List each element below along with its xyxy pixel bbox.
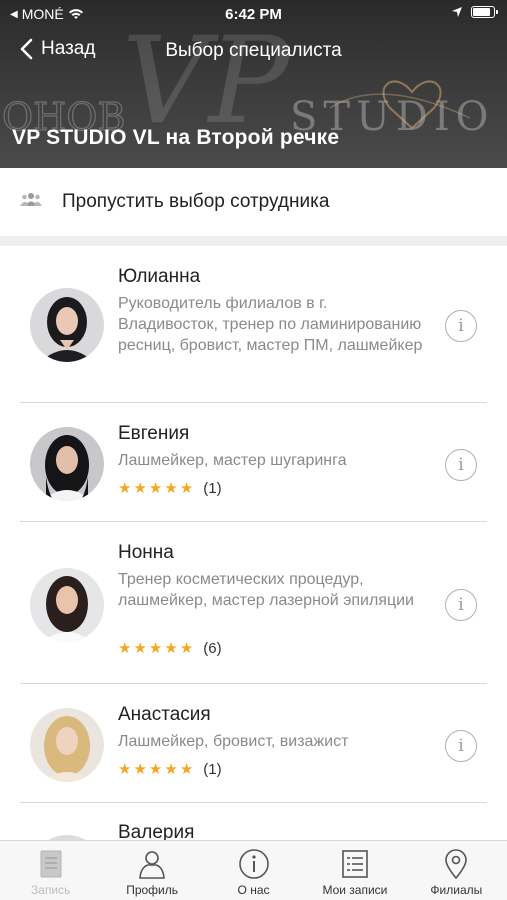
tab-label: Запись (31, 883, 71, 897)
section-gap (0, 236, 507, 246)
star-icon: ★ (133, 640, 147, 657)
specialist-item[interactable]: Анастасия Лашмейкер, бровист, визажист ★… (0, 684, 507, 803)
star-icon: ★ (118, 761, 132, 778)
tab-my-bookings[interactable]: Мои записи (304, 841, 405, 900)
battery-icon (471, 6, 498, 18)
specialist-description: Лашмейкер, мастер шугаринга (118, 452, 347, 469)
profile-icon (139, 851, 165, 879)
star-icon: ★ (179, 761, 194, 778)
star-icon: ★ (133, 761, 147, 778)
specialist-description: Лашмейкер, бровист, визажист (118, 733, 349, 750)
specialist-item[interactable]: Евгения Лашмейкер, мастер шугаринга ★ ★ … (0, 403, 507, 522)
info-button[interactable]: i (445, 589, 477, 621)
branch-title: VP STUDIO VL на Второй речке (12, 126, 340, 149)
tab-label: О нас (237, 883, 270, 897)
tab-branches[interactable]: Филиалы (406, 841, 507, 900)
info-icon: i (458, 595, 464, 615)
specialist-name: Нонна (118, 542, 174, 563)
list-icon (342, 850, 368, 878)
info-icon: i (458, 455, 464, 475)
location-arrow-icon (452, 7, 462, 17)
page-title: Выбор специалиста (165, 40, 342, 61)
specialist-description: Тренер косметических процедур, лашмейкер… (118, 571, 414, 609)
rating: ★ ★ ★ ★ ★ (6) (118, 639, 222, 658)
tab-bar: Запись Профиль О нас Мои записи Филиалы (0, 840, 507, 900)
tab-label: Филиалы (430, 883, 483, 897)
info-icon: i (458, 736, 464, 756)
review-count: (1) (203, 479, 222, 497)
review-count: (1) (203, 760, 222, 778)
specialist-item[interactable]: Нонна Тренер косметических процедур, лаш… (0, 522, 507, 684)
specialist-name: Валерия (118, 822, 195, 840)
tab-label: Мои записи (322, 883, 388, 897)
tab-booking[interactable]: Запись (0, 841, 101, 900)
review-count: (6) (203, 639, 222, 657)
specialist-list: Юлианна Руководитель филиалов в г. Влади… (0, 246, 507, 840)
avatar (30, 568, 104, 642)
star-icon: ★ (133, 480, 147, 497)
tab-profile[interactable]: Профиль (101, 841, 202, 900)
specialist-name: Евгения (118, 423, 190, 444)
navigation-bar: Назад Выбор специалиста (0, 32, 507, 72)
star-icon: ★ (164, 640, 178, 657)
tab-about[interactable]: О нас (203, 841, 304, 900)
star-icon: ★ (148, 480, 163, 497)
info-icon: i (458, 316, 464, 336)
info-button[interactable]: i (445, 730, 477, 762)
info-icon (238, 849, 269, 879)
avatar (30, 708, 104, 782)
document-icon (40, 850, 62, 878)
star-icon: ★ (148, 640, 163, 657)
rating: ★ ★ ★ ★ ★ (1) (118, 479, 222, 498)
star-icon: ★ (148, 761, 163, 778)
clock: 6:42 PM (225, 6, 282, 23)
info-button[interactable]: i (445, 449, 477, 481)
skip-label: Пропустить выбор сотрудника (62, 191, 330, 212)
star-icon: ★ (179, 480, 194, 497)
specialist-item[interactable]: Юлианна Руководитель филиалов в г. Влади… (0, 246, 507, 403)
avatar (30, 288, 104, 362)
specialist-name: Юлианна (118, 266, 201, 287)
specialist-name: Анастасия (118, 704, 211, 725)
info-button[interactable]: i (445, 310, 477, 342)
star-icon: ★ (179, 640, 194, 657)
tab-label: Профиль (126, 883, 179, 897)
skip-employee-selection-button[interactable]: Пропустить выбор сотрудника (0, 168, 507, 236)
star-icon: ★ (118, 480, 132, 497)
rating: ★ ★ ★ ★ ★ (1) (118, 760, 222, 779)
specialist-item[interactable]: Валерия (0, 803, 507, 840)
star-icon: ★ (164, 480, 178, 497)
map-pin-icon (445, 849, 468, 880)
star-icon: ★ (118, 640, 132, 657)
group-icon (20, 193, 42, 206)
status-bar: ◀ MONÉ 6:42 PM (0, 0, 507, 30)
specialist-description: Руководитель филиалов в г. Владивосток, … (118, 295, 423, 354)
star-icon: ★ (164, 761, 178, 778)
avatar (30, 427, 104, 501)
header: OHOB VP STUDIO ◀ MONÉ 6:42 PM Назад Выбо… (0, 0, 507, 168)
